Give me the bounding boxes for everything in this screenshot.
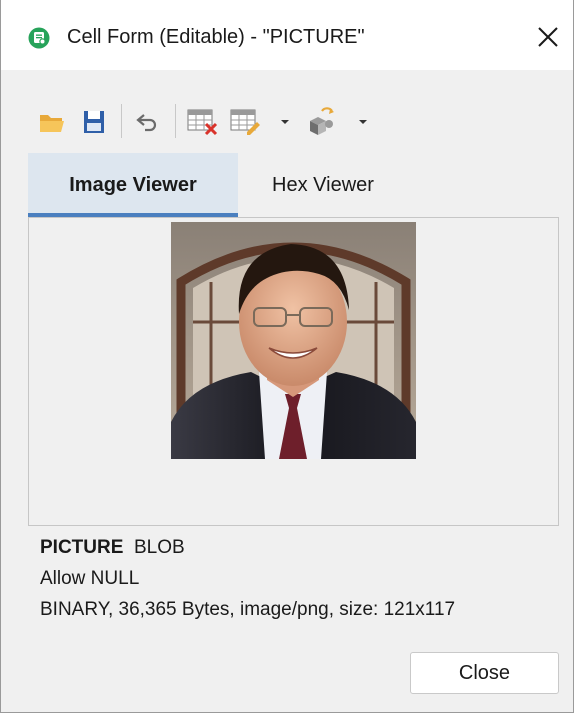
shapes-icon[interactable]: [304, 100, 340, 144]
field-name: PICTURE: [40, 537, 124, 558]
folder-open-icon[interactable]: [37, 100, 67, 144]
cell-form-dialog: Cell Form (Editable) - "PICTURE" Image V…: [0, 0, 574, 713]
blob-image-preview: [171, 222, 416, 459]
field-type: BLOB: [133, 537, 185, 558]
field-header: PICTURE BLOB: [40, 537, 185, 559]
title-bar: Cell Form (Editable) - "PICTURE": [1, 0, 573, 70]
undo-icon[interactable]: [132, 100, 162, 144]
app-icon: [28, 27, 50, 49]
field-details: BINARY, 36,365 Bytes, image/png, size: 1…: [40, 599, 456, 620]
tab-image-viewer[interactable]: Image Viewer: [28, 153, 238, 217]
dropdown-arrow-icon[interactable]: [277, 100, 293, 144]
toolbar-separator: [121, 104, 122, 138]
edit-cell-icon[interactable]: [227, 100, 263, 144]
tab-strip: Image Viewer Hex Viewer: [28, 153, 559, 217]
tab-hex-viewer[interactable]: Hex Viewer: [238, 153, 408, 217]
dropdown-arrow-icon[interactable]: [355, 100, 371, 144]
field-nullability: Allow NULL: [40, 568, 140, 589]
clear-cell-icon[interactable]: [184, 100, 220, 144]
close-button[interactable]: Close: [410, 652, 559, 694]
window-title: Cell Form (Editable) - "PICTURE": [67, 26, 365, 48]
image-viewer-panel: [28, 217, 559, 526]
close-icon[interactable]: [535, 24, 561, 50]
save-icon[interactable]: [79, 100, 109, 144]
toolbar-separator: [175, 104, 176, 138]
